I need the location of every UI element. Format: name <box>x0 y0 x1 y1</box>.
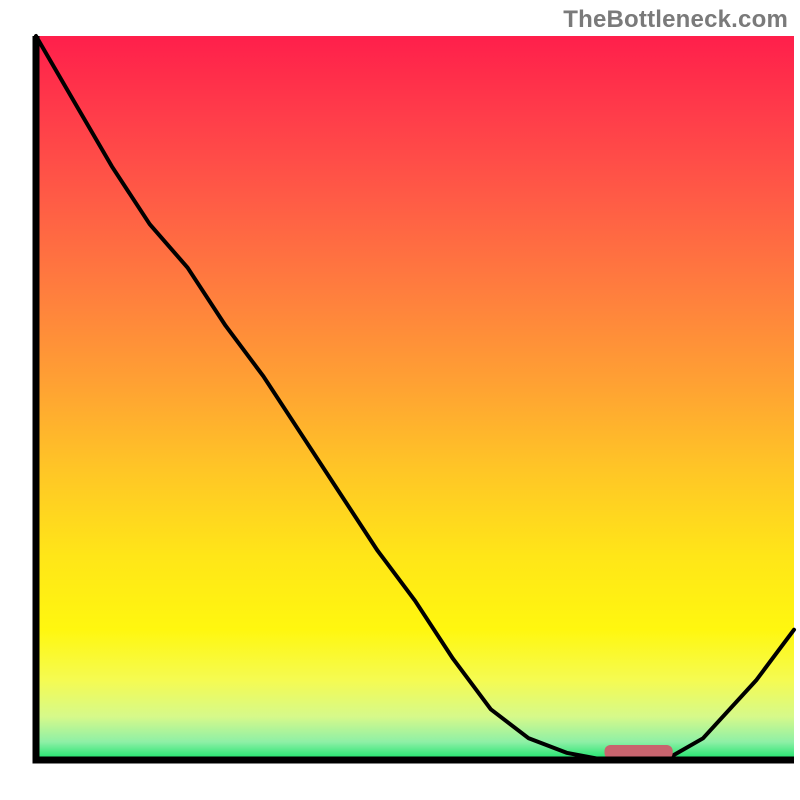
chart-container: TheBottleneck.com <box>0 0 800 800</box>
plot-background <box>36 36 794 760</box>
bottleneck-chart <box>0 0 800 800</box>
